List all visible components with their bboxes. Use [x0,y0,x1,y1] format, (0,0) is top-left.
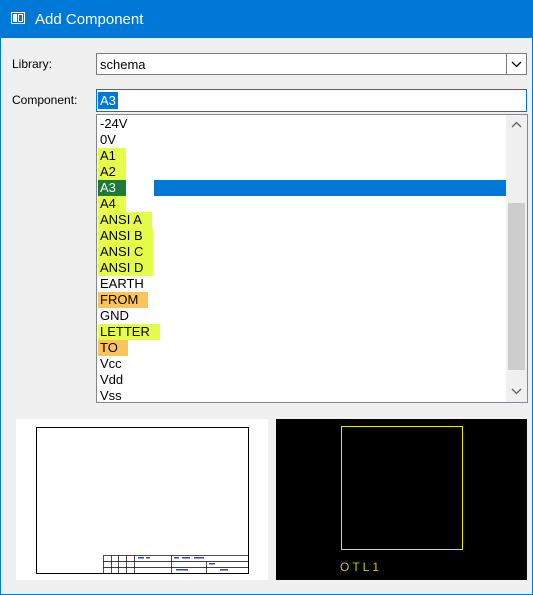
library-dropdown[interactable]: schema [96,53,527,75]
list-item-label: Vdd [100,372,124,387]
list-item-label: ANSI B [98,228,153,244]
dropdown-button[interactable] [506,54,526,74]
list-item[interactable]: ANSI A [97,212,507,228]
component-preview: OTL1 [276,419,527,580]
list-item[interactable]: LETTER [97,324,507,340]
list-item[interactable]: Vss [97,388,507,403]
list-item-label: LETTER [98,324,160,340]
library-dropdown-value: schema [100,57,146,72]
list-item[interactable]: ANSI C [97,244,507,260]
list-item[interactable]: A2 [97,164,507,180]
list-item[interactable]: FROM [97,292,507,308]
selection-bar [154,180,506,196]
sheet-preview-drawing [36,427,249,574]
sheet-preview [16,419,268,580]
chevron-down-icon [511,388,522,395]
list-item[interactable]: A4 [97,196,507,212]
list-item-label: Vcc [100,356,122,371]
list-item[interactable]: -24V [97,116,507,132]
list-item[interactable]: A1 [97,148,507,164]
chevron-down-icon [511,61,522,67]
list-item[interactable]: A3 [97,180,507,196]
window-title: Add Component [35,11,144,28]
component-input[interactable]: A3 [96,89,527,112]
list-item-label: ANSI C [98,244,154,260]
list-item-label: TO [98,340,128,356]
list-item[interactable]: Vdd [97,372,507,388]
scroll-up-button[interactable] [506,116,527,133]
component-input-selected-text: A3 [98,92,118,109]
title-bar[interactable]: Add Component [1,1,532,38]
scroll-thumb[interactable] [508,203,525,370]
list-item-label: GND [100,308,129,323]
list-item-label: A2 [98,164,126,180]
list-item-label: Vss [100,388,122,403]
component-label: Component: [12,93,78,107]
list-item[interactable]: TO [97,340,507,356]
list-item[interactable]: ANSI B [97,228,507,244]
list-item[interactable]: Vcc [97,356,507,372]
list-item[interactable]: 0V [97,132,507,148]
component-preview-caption: OTL1 [340,560,382,574]
list-item-label: ANSI A [98,212,152,228]
list-item[interactable]: EARTH [97,276,507,292]
scroll-down-button[interactable] [506,383,527,400]
list-item-label: A1 [98,148,126,164]
list-item[interactable]: ANSI D [97,260,507,276]
list-item-label: FROM [98,292,149,308]
chevron-up-icon [511,121,522,128]
component-list[interactable]: -24V 0V A1 A2 A3 A4 ANSI A ANSI B ANSI C ANSI D EA… [96,114,528,403]
list-scrollbar[interactable] [506,115,527,402]
list-item[interactable]: GND [97,308,507,324]
list-item-label: 0V [100,132,116,147]
list-item-label: ANSI D [98,260,154,276]
list-item-label: -24V [100,116,128,131]
window-app-icon [11,12,25,24]
list-item-label: A4 [98,196,126,212]
list-item-label: A3 [98,180,126,196]
add-component-dialog: Add Component Library: schema Component:… [0,0,533,595]
list-item-label: EARTH [100,276,144,291]
component-preview-drawing: OTL1 [340,426,463,574]
library-label: Library: [12,57,53,71]
